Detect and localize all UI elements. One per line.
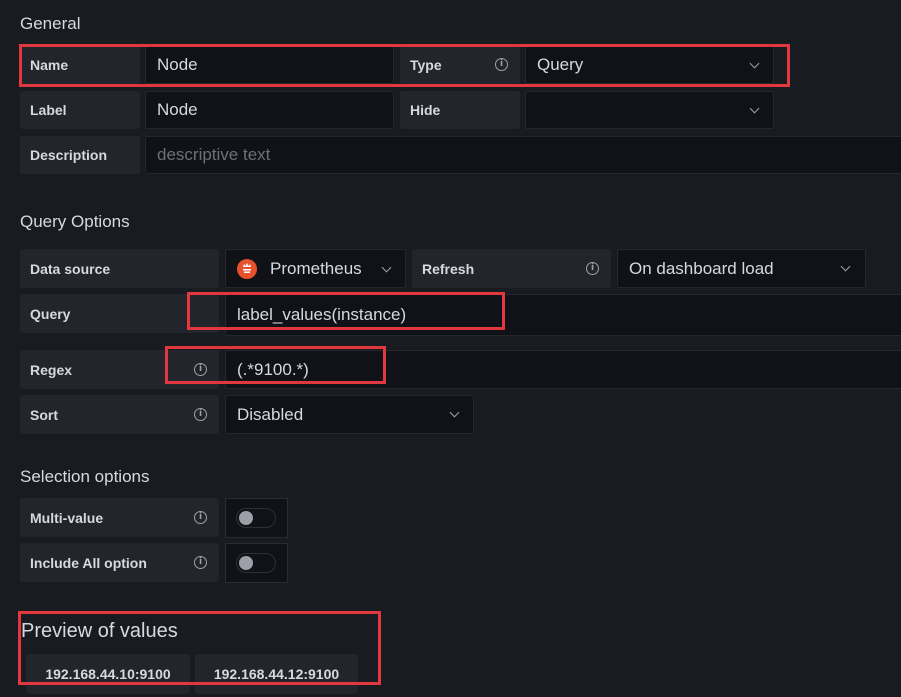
sort-label: Sort i [20,395,219,434]
chevron-down-icon [840,261,851,272]
label-input[interactable]: Node [145,91,394,129]
include-all-toggle[interactable] [236,553,276,573]
multi-value-toggle-container [225,498,288,538]
query-label: Query [20,294,219,333]
general-heading: General [20,14,81,33]
query-input[interactable]: label_values(instance) [225,294,901,336]
multi-value-label-text: Multi-value [30,509,104,526]
datasource-select[interactable]: Prometheus [225,249,406,288]
include-all-label: Include All option i [20,543,219,582]
info-icon[interactable]: i [194,556,207,569]
name-label: Name [20,46,140,84]
multi-value-toggle[interactable] [236,508,276,528]
include-all-toggle-container [225,543,288,583]
info-icon[interactable]: i [495,58,508,71]
refresh-value: On dashboard load [629,258,774,278]
include-all-label-text: Include All option [30,554,147,571]
chevron-down-icon [449,407,460,418]
chevron-down-icon [749,103,760,114]
prometheus-icon [237,259,257,279]
type-select[interactable]: Query [525,46,774,84]
info-icon[interactable]: i [194,408,207,421]
sort-value: Disabled [237,404,304,424]
regex-input[interactable]: (.*9100.*) [225,350,901,389]
type-select-value: Query [537,55,584,74]
info-icon[interactable]: i [194,363,207,376]
name-input[interactable]: Node [145,46,394,84]
datasource-value: Prometheus [270,258,362,278]
toggle-knob [239,511,253,525]
preview-value-chip: 192.168.44.12:9100 [195,654,358,694]
sort-select[interactable]: Disabled [225,395,474,434]
preview-value-chip: 192.168.44.10:9100 [26,654,190,694]
refresh-label: Refresh i [412,249,611,288]
selection-options-heading: Selection options [20,467,150,486]
description-input[interactable]: descriptive text [145,136,901,174]
info-icon[interactable]: i [586,262,599,275]
preview-heading: Preview of values [21,620,178,642]
info-icon[interactable]: i [194,511,207,524]
hide-select[interactable] [525,91,774,129]
refresh-label-text: Refresh [422,260,475,277]
refresh-select[interactable]: On dashboard load [617,249,866,288]
query-options-heading: Query Options [20,212,130,231]
type-label: Type i [400,46,520,84]
description-label: Description [20,136,140,174]
datasource-label: Data source [20,249,219,288]
toggle-knob [239,556,253,570]
chevron-down-icon [749,58,760,69]
multi-value-label: Multi-value i [20,498,219,537]
regex-label-text: Regex [30,361,73,378]
hide-label: Hide [400,91,520,129]
chevron-down-icon [381,262,392,273]
sort-label-text: Sort [30,406,58,423]
type-label-text: Type [410,57,442,73]
label-label: Label [20,91,140,129]
regex-label: Regex i [20,350,219,389]
